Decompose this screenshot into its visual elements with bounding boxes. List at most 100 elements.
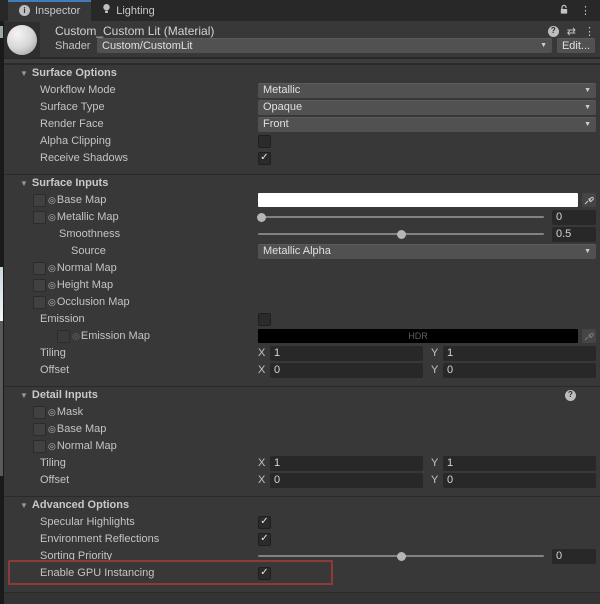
emission-checkbox[interactable]	[258, 312, 271, 326]
section-detail-inputs: ▼ Detail Inputs ? ◎ Mask ◎ Base Map ◎ No…	[0, 386, 600, 488]
smoothness-label: Smoothness	[59, 228, 121, 240]
y-axis-label: Y	[431, 347, 439, 359]
advanced-options-foldout[interactable]: ▼ Advanced Options	[0, 496, 600, 513]
height-map-texture-slot[interactable]	[33, 278, 46, 292]
emission-map-row: ◎ Emission Map HDR	[0, 328, 600, 344]
metallic-map-slider[interactable]	[256, 210, 544, 224]
check-icon: ✓	[260, 516, 269, 527]
smoothness-source-dropdown[interactable]: Metallic Alpha ▼	[258, 243, 596, 259]
detail-tiling-label: Tiling	[40, 457, 66, 469]
surface-options-foldout[interactable]: ▼ Surface Options	[0, 64, 600, 81]
surface-tiling-y-field[interactable]: 1	[443, 345, 596, 361]
sorting-priority-value: 0	[556, 550, 563, 562]
sorting-priority-slider[interactable]	[258, 549, 544, 563]
detail-mask-label: Mask	[56, 406, 84, 418]
detail-mask-texture-slot[interactable]	[33, 405, 46, 419]
receive-shadows-row: Receive Shadows ✓	[0, 150, 600, 166]
section-surface-options: ▼ Surface Options Workflow Mode Metallic…	[0, 64, 600, 166]
object-picker-icon[interactable]: ◎	[48, 407, 56, 418]
render-face-row: Render Face Front ▼	[0, 116, 600, 132]
emission-map-texture-slot[interactable]	[57, 329, 70, 343]
left-edge-gray-segment	[0, 321, 3, 476]
specular-highlights-row: Specular Highlights ✓	[0, 514, 600, 530]
header-kebab-icon[interactable]: ⋮	[584, 25, 595, 38]
alpha-clipping-checkbox[interactable]	[258, 134, 271, 148]
object-picker-icon[interactable]: ◎	[48, 297, 56, 308]
chevron-down-icon: ▼	[584, 247, 591, 255]
detail-normal-map-row: ◎ Normal Map	[0, 438, 600, 454]
edit-shader-button[interactable]: Edit...	[557, 38, 595, 53]
left-edge-notch	[0, 26, 3, 38]
workflow-mode-dropdown[interactable]: Metallic ▼	[258, 82, 596, 98]
foldout-open-icon: ▼	[20, 500, 28, 510]
surface-inputs-title: Surface Inputs	[31, 177, 109, 189]
shader-dropdown[interactable]: Custom/CustomLit ▼	[97, 38, 552, 53]
base-map-texture-slot[interactable]	[33, 193, 46, 207]
check-icon: ✓	[260, 533, 269, 544]
material-preview-sphere	[7, 25, 37, 55]
unity-inspector-window: i Inspector Lighting ⋮ Custom_Custom Lit…	[0, 0, 600, 604]
occlusion-map-texture-slot[interactable]	[33, 295, 46, 309]
x-axis-label: X	[258, 457, 266, 469]
metallic-map-value-field[interactable]: 0	[552, 209, 596, 225]
chevron-down-icon: ▼	[584, 120, 591, 128]
environment-reflections-checkbox[interactable]: ✓	[258, 532, 271, 546]
object-picker-icon[interactable]: ◎	[48, 195, 56, 206]
lock-icon[interactable]	[559, 4, 569, 18]
material-header: Custom_Custom Lit (Material) ? ⇄ ⋮ Shade…	[0, 21, 600, 58]
detail-normal-map-texture-slot[interactable]	[33, 439, 46, 453]
tab-menu-kebab-icon[interactable]: ⋮	[580, 4, 591, 17]
receive-shadows-checkbox[interactable]: ✓	[258, 151, 271, 165]
presets-icon[interactable]: ⇄	[567, 25, 576, 38]
surface-offset-x-field[interactable]: 0	[270, 362, 423, 378]
surface-type-dropdown[interactable]: Opaque ▼	[258, 99, 596, 115]
material-title: Custom_Custom Lit (Material)	[55, 24, 215, 38]
eyedropper-icon[interactable]	[582, 193, 596, 207]
detail-offset-y-field[interactable]: 0	[443, 472, 596, 488]
detail-inputs-foldout[interactable]: ▼ Detail Inputs ?	[0, 386, 600, 403]
detail-normal-map-label: Normal Map	[56, 440, 117, 452]
detail-tiling-row: Tiling X 1 Y 1	[0, 455, 600, 471]
smoothness-slider[interactable]	[258, 227, 544, 241]
detail-tiling-y-field[interactable]: 1	[443, 455, 596, 471]
detail-offset-x-field[interactable]: 0	[270, 472, 423, 488]
object-picker-icon[interactable]: ◎	[48, 263, 56, 274]
detail-tiling-x-field[interactable]: 1	[270, 455, 423, 471]
object-picker-icon[interactable]: ◎	[48, 424, 56, 435]
tab-lighting[interactable]: Lighting	[91, 0, 166, 21]
alpha-clipping-label: Alpha Clipping	[40, 135, 111, 147]
surface-offset-y-field[interactable]: 0	[443, 362, 596, 378]
eyedropper-icon[interactable]	[582, 329, 596, 343]
help-icon[interactable]: ?	[565, 389, 576, 401]
material-preview[interactable]	[4, 22, 40, 58]
alpha-clipping-row: Alpha Clipping	[0, 133, 600, 149]
object-picker-icon[interactable]: ◎	[48, 441, 56, 452]
slider-handle[interactable]	[397, 229, 406, 239]
edit-shader-button-label: Edit...	[561, 39, 591, 52]
object-picker-icon[interactable]: ◎	[48, 280, 56, 291]
help-icon[interactable]: ?	[547, 25, 559, 37]
specular-highlights-checkbox[interactable]: ✓	[258, 515, 271, 529]
base-map-color-swatch[interactable]	[258, 193, 578, 207]
advanced-options-title: Advanced Options	[31, 499, 130, 511]
render-face-label: Render Face	[40, 118, 104, 130]
surface-inputs-foldout[interactable]: ▼ Surface Inputs	[0, 174, 600, 191]
smoothness-source-value: Metallic Alpha	[263, 245, 331, 257]
tab-inspector[interactable]: i Inspector	[8, 0, 92, 21]
gpu-instancing-checkbox[interactable]: ✓	[258, 566, 271, 580]
sorting-priority-value-field[interactable]: 0	[552, 548, 596, 564]
object-picker-icon[interactable]: ◎	[48, 212, 56, 223]
surface-type-row: Surface Type Opaque ▼	[0, 99, 600, 115]
emission-color-swatch[interactable]: HDR	[258, 329, 578, 343]
smoothness-value-field[interactable]: 0.5	[552, 226, 596, 242]
info-icon: i	[19, 5, 30, 16]
slider-handle[interactable]	[397, 551, 406, 561]
metallic-map-texture-slot[interactable]	[33, 210, 46, 224]
surface-tiling-label: Tiling	[40, 347, 66, 359]
normal-map-texture-slot[interactable]	[33, 261, 46, 275]
chevron-down-icon: ▼	[584, 103, 591, 111]
slider-handle[interactable]	[256, 212, 266, 222]
render-face-dropdown[interactable]: Front ▼	[258, 116, 596, 132]
surface-tiling-x-field[interactable]: 1	[270, 345, 423, 361]
detail-base-map-texture-slot[interactable]	[33, 422, 46, 436]
